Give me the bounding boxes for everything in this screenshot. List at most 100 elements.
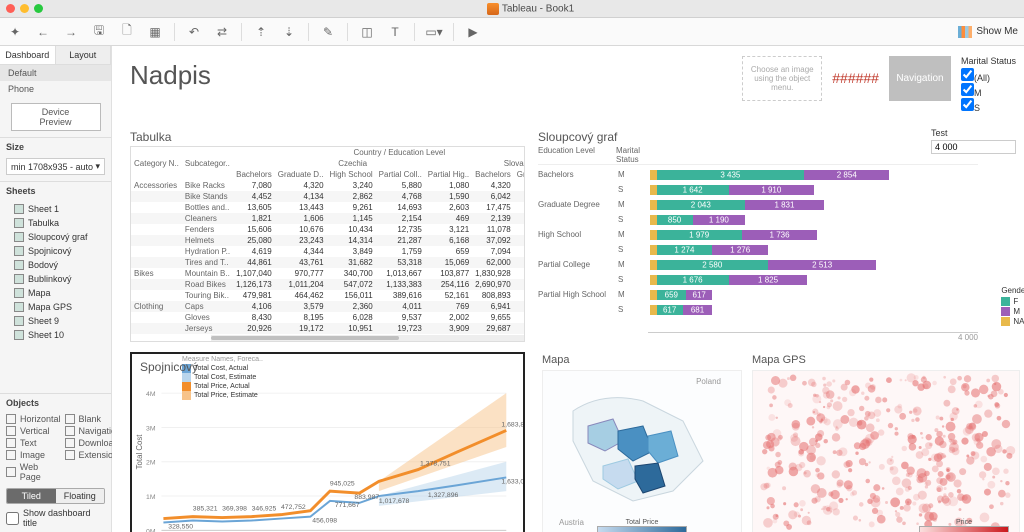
bar-row[interactable]: Partial CollegeM2 5802 513: [538, 257, 978, 272]
bar-row[interactable]: S1 6421 910: [538, 182, 978, 197]
object-text[interactable]: Text: [6, 438, 61, 448]
tab-dashboard[interactable]: Dashboard: [0, 46, 56, 64]
sheet-icon: [14, 218, 24, 228]
sheet-item-8[interactable]: Sheet 9: [0, 314, 111, 328]
table-row[interactable]: Bike Stands4,4524,1342,8624,7681,5906,04…: [131, 191, 525, 202]
svg-text:385,321: 385,321: [193, 506, 218, 513]
object-horizontal[interactable]: Horizontal: [6, 414, 61, 424]
legend-item[interactable]: M: [1001, 307, 1024, 316]
legend-item[interactable]: NA: [1001, 317, 1024, 326]
navigation-button[interactable]: Navigation: [889, 56, 951, 101]
swap-icon[interactable]: ⇄: [213, 23, 231, 41]
table-row[interactable]: Fenders15,60610,67610,43412,7353,12111,0…: [131, 224, 525, 235]
bar-row[interactable]: Graduate DegreeM2 0431 831: [538, 197, 978, 212]
image-placeholder[interactable]: Choose an image using the object menu.: [742, 56, 822, 101]
close-window-icon[interactable]: [6, 4, 15, 13]
sheet-item-9[interactable]: Sheet 10: [0, 328, 111, 342]
labels-icon[interactable]: T: [386, 23, 404, 41]
tiled-button[interactable]: Tiled: [7, 489, 56, 503]
fit-dropdown[interactable]: ▭▾: [425, 23, 443, 41]
dashboard-title[interactable]: Nadpis: [130, 60, 211, 91]
back-button[interactable]: ←: [34, 23, 52, 41]
minimize-window-icon[interactable]: [20, 4, 29, 13]
show-me-button[interactable]: Show Me: [958, 26, 1018, 38]
sheet-item-3[interactable]: Spojnicový: [0, 244, 111, 258]
maximize-window-icon[interactable]: [34, 4, 43, 13]
sheet-item-2[interactable]: Sloupcový graf: [0, 230, 111, 244]
group-icon[interactable]: ◫: [358, 23, 376, 41]
table-row[interactable]: Tires and T..44,86143,76131,68253,31815,…: [131, 257, 525, 268]
forward-button[interactable]: →: [62, 23, 80, 41]
device-preview-button[interactable]: Device Preview: [11, 103, 101, 131]
legend-item[interactable]: F: [1001, 297, 1024, 306]
table-row[interactable]: Hydration P..4,6194,3443,8491,7596597,09…: [131, 246, 525, 257]
sheet-item-1[interactable]: Tabulka: [0, 216, 111, 230]
sheet-item-4[interactable]: Bodový: [0, 258, 111, 272]
svg-text:945,025: 945,025: [330, 480, 355, 487]
map-view[interactable]: Poland Austria Total Price 897,5797,416,…: [542, 370, 742, 532]
highlight-icon[interactable]: ✎: [319, 23, 337, 41]
object-image[interactable]: Image: [6, 450, 61, 460]
table-row[interactable]: Jerseys20,92619,17210,95119,7233,90929,6…: [131, 323, 525, 334]
line-chart-view[interactable]: Spojnicový Measure Names, Foreca.. Total…: [130, 352, 525, 532]
sort-asc-icon[interactable]: ⇡: [252, 23, 270, 41]
bar-row[interactable]: Partial High SchoolM659617: [538, 287, 978, 302]
table-row[interactable]: ClothingCaps4,1063,5792,3604,0117696,941…: [131, 301, 525, 312]
object-vertical[interactable]: Vertical: [6, 426, 61, 436]
sheet-item-6[interactable]: Mapa: [0, 286, 111, 300]
svg-text:328,550: 328,550: [168, 523, 193, 530]
filter-option-s[interactable]: S: [961, 98, 1016, 113]
horizontal-scrollbar[interactable]: [211, 335, 524, 341]
sort-desc-icon[interactable]: ⇣: [280, 23, 298, 41]
filter-option-m[interactable]: M: [961, 83, 1016, 98]
hash-text-object[interactable]: ######: [832, 56, 879, 86]
map-gps-view[interactable]: Price 75 0007 700 000: [752, 370, 1020, 532]
table-row[interactable]: Touring Bik..479,981464,462156,011389,61…: [131, 290, 525, 301]
table-row[interactable]: AccessoriesBike Racks7,0804,3203,2405,88…: [131, 180, 525, 191]
sheet-item-5[interactable]: Bublinkový: [0, 272, 111, 286]
tab-layout[interactable]: Layout: [56, 46, 112, 64]
table-row[interactable]: Gloves8,4308,1956,0289,5372,0029,6552,94…: [131, 312, 525, 323]
filter-option-all[interactable]: (All): [961, 68, 1016, 83]
table-row[interactable]: Helmets25,08023,24314,31421,2876,16837,0…: [131, 235, 525, 246]
svg-text:369,398: 369,398: [222, 506, 247, 513]
save-button[interactable]: 🖫: [90, 23, 108, 41]
table-row[interactable]: BikesMountain B..1,107,040970,777340,700…: [131, 268, 525, 279]
test-header: Test: [931, 128, 1016, 138]
table-row[interactable]: Bottles and..13,60513,4439,26114,6932,60…: [131, 202, 525, 213]
size-dropdown[interactable]: min 1708x935 - auto▾: [6, 158, 105, 175]
undo-button-icon[interactable]: ↶: [185, 23, 203, 41]
svg-text:4M: 4M: [146, 391, 156, 398]
marital-status-filter: Marital Status (All) M S: [961, 56, 1016, 113]
bar-row[interactable]: BachelorsM3 4352 854: [538, 167, 978, 182]
sheets-header: Sheets: [0, 181, 111, 200]
sheet-item-0[interactable]: Sheet 1: [0, 202, 111, 216]
dashboard-canvas: Nadpis Choose an image using the object …: [112, 46, 1024, 532]
bar-chart-view[interactable]: Education LevelMarital Status BachelorsM…: [538, 146, 978, 342]
object-icon: [6, 450, 16, 460]
table-row[interactable]: Road Bikes1,126,1731,011,204547,0721,133…: [131, 279, 525, 290]
object-web page[interactable]: Web Page: [6, 462, 61, 482]
sheet-icon: [14, 246, 24, 256]
floating-button[interactable]: Floating: [56, 489, 105, 503]
left-sidebar: Dashboard Layout Default Phone Device Pr…: [0, 46, 112, 532]
sheet-item-7[interactable]: Mapa GPS: [0, 300, 111, 314]
new-datasource-icon[interactable]: 🗋: [118, 23, 136, 41]
mapa-gps-title: Mapa GPS: [752, 354, 806, 366]
bar-row[interactable]: High SchoolM1 9791 736: [538, 227, 978, 242]
tabulka-view[interactable]: Country / Education LevelCategory N..Sub…: [130, 146, 525, 342]
tableau-menu-icon[interactable]: ✦: [6, 23, 24, 41]
bar-row[interactable]: S1 2741 276: [538, 242, 978, 257]
device-default[interactable]: Default: [0, 65, 111, 81]
new-worksheet-icon[interactable]: ▦: [146, 23, 164, 41]
bar-row[interactable]: S617681: [538, 302, 978, 317]
show-title-checkbox[interactable]: Show dashboard title: [6, 508, 105, 528]
sheet-icon: [14, 330, 24, 340]
bar-row[interactable]: S1 6761 825: [538, 272, 978, 287]
object-icon: [65, 450, 75, 460]
table-row[interactable]: Cleaners1,8211,6061,1452,1544692,139739: [131, 213, 525, 224]
sheet-icon: [14, 204, 24, 214]
present-icon[interactable]: ▶: [464, 23, 482, 41]
bar-row[interactable]: S8501 190: [538, 212, 978, 227]
device-phone[interactable]: Phone: [0, 81, 111, 97]
